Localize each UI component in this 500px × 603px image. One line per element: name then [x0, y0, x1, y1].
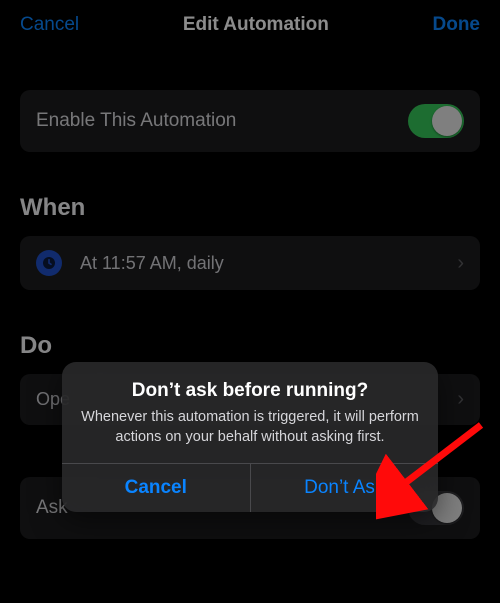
dialog-message: Whenever this automation is triggered, i… [80, 408, 420, 447]
when-trigger-row[interactable]: At 11:57 AM, daily › [20, 236, 480, 290]
dialog-confirm-button[interactable]: Don’t Ask [250, 464, 439, 512]
do-heading: Do [20, 332, 480, 360]
page-title: Edit Automation [183, 14, 329, 36]
chevron-right-icon: › [457, 252, 464, 275]
toggle-knob [432, 106, 462, 136]
when-heading: When [20, 194, 480, 222]
dialog-title: Don’t ask before running? [80, 380, 420, 402]
confirm-dialog: Don’t ask before running? Whenever this … [62, 362, 438, 512]
enable-automation-row[interactable]: Enable This Automation [20, 90, 480, 152]
cancel-button[interactable]: Cancel [20, 14, 79, 36]
when-trigger-text: At 11:57 AM, daily [80, 253, 457, 274]
done-button[interactable]: Done [433, 14, 481, 36]
enable-automation-label: Enable This Automation [36, 110, 236, 132]
nav-bar: Cancel Edit Automation Done [0, 0, 500, 50]
dialog-cancel-button[interactable]: Cancel [62, 464, 250, 512]
enable-automation-toggle[interactable] [408, 104, 464, 138]
chevron-right-icon: › [457, 388, 464, 411]
clock-icon [36, 250, 62, 276]
